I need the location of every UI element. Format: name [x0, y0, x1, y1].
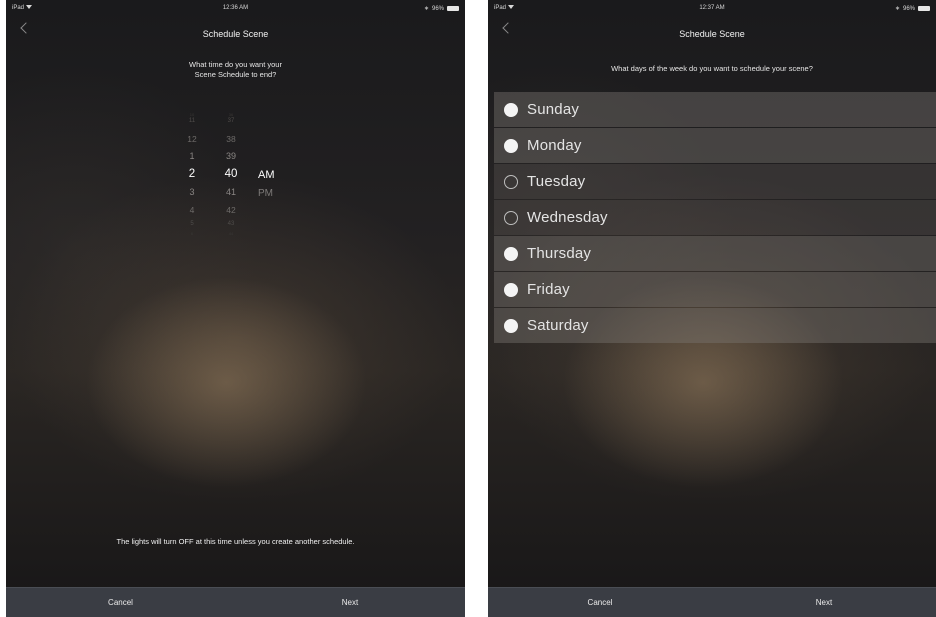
- battery-status: ∗ 96%: [424, 5, 459, 12]
- radio-checked-icon[interactable]: [504, 102, 518, 117]
- minute-option[interactable]: 36: [218, 112, 244, 117]
- time-picker[interactable]: 10 11 12 1 2 3 4 5 6 36 37 38 39 40 41 4…: [6, 112, 465, 240]
- day-row-wednesday[interactable]: Wednesday: [494, 200, 936, 235]
- minute-option[interactable]: 38: [218, 134, 244, 144]
- day-label: Monday: [527, 137, 582, 154]
- status-time: 12:36 AM: [222, 5, 249, 11]
- hour-option[interactable]: 5: [180, 221, 204, 227]
- radio-checked-icon[interactable]: [504, 318, 518, 333]
- day-picker-screen: iPad 12:37 AM ∗ 96% Schedule Scene What …: [488, 0, 936, 617]
- info-note: The lights will turn OFF at this time un…: [116, 537, 355, 546]
- minute-option[interactable]: 41: [218, 187, 244, 197]
- day-label: Wednesday: [527, 209, 608, 226]
- day-row-sunday[interactable]: Sunday: [494, 92, 936, 127]
- battery-icon: [918, 6, 930, 11]
- bottom-bar: Cancel Next: [488, 587, 936, 617]
- prompt-text: What time do you want your Scene Schedul…: [189, 60, 282, 79]
- hour-option[interactable]: 6: [180, 231, 204, 236]
- hour-selected[interactable]: 2: [180, 168, 204, 180]
- minute-option[interactable]: 39: [218, 151, 244, 161]
- next-button[interactable]: Next: [235, 588, 465, 617]
- day-row-thursday[interactable]: Thursday: [494, 236, 936, 271]
- bottom-bar: Cancel Next: [6, 587, 465, 617]
- day-row-saturday[interactable]: Saturday: [494, 308, 936, 343]
- minute-option[interactable]: 44: [218, 231, 244, 236]
- hour-option[interactable]: 10: [180, 112, 204, 117]
- period-pm[interactable]: PM: [258, 188, 273, 199]
- radio-checked-icon[interactable]: [504, 246, 518, 261]
- bluetooth-icon: ∗: [894, 6, 900, 12]
- status-bar: iPad 12:37 AM ∗ 96%: [488, 0, 936, 16]
- battery-percent: 96%: [431, 5, 444, 12]
- minute-selected[interactable]: 40: [218, 168, 244, 180]
- day-row-tuesday[interactable]: Tuesday: [494, 164, 936, 199]
- hour-option[interactable]: 4: [180, 205, 204, 215]
- next-button[interactable]: Next: [712, 588, 936, 617]
- day-row-monday[interactable]: Monday: [494, 128, 936, 163]
- prompt-text: What days of the week do you want to sch…: [611, 64, 813, 73]
- minute-option[interactable]: 42: [218, 205, 244, 215]
- hour-option[interactable]: 11: [180, 118, 204, 124]
- page-title: Schedule Scene: [202, 29, 269, 39]
- day-label: Sunday: [527, 101, 580, 118]
- day-row-friday[interactable]: Friday: [494, 272, 936, 307]
- day-label: Saturday: [527, 317, 589, 334]
- cancel-button[interactable]: Cancel: [488, 588, 712, 617]
- radio-checked-icon[interactable]: [504, 138, 518, 153]
- minute-option[interactable]: 37: [218, 118, 244, 124]
- radio-checked-icon[interactable]: [504, 282, 518, 297]
- day-label: Tuesday: [527, 173, 586, 190]
- hour-option[interactable]: 1: [180, 151, 204, 161]
- hour-option[interactable]: 12: [180, 134, 204, 144]
- day-label: Friday: [527, 281, 570, 298]
- page-title: Schedule Scene: [679, 29, 745, 39]
- status-bar: iPad 12:36 AM ∗ 96%: [6, 0, 465, 16]
- day-list: Sunday Monday Tuesday Wednesday Thursday…: [494, 92, 936, 344]
- time-picker-screen: iPad 12:36 AM ∗ 96% Schedule Scene What …: [6, 0, 465, 617]
- radio-unchecked-icon[interactable]: [504, 174, 518, 189]
- minute-option[interactable]: 43: [218, 221, 244, 227]
- day-label: Thursday: [527, 245, 592, 262]
- bluetooth-icon: ∗: [423, 6, 429, 12]
- hour-option[interactable]: 3: [180, 187, 204, 197]
- battery-icon: [447, 6, 459, 11]
- radio-unchecked-icon[interactable]: [504, 210, 518, 225]
- battery-percent: 96%: [902, 5, 915, 12]
- battery-status: ∗ 96%: [895, 5, 930, 12]
- status-time: 12:37 AM: [699, 5, 725, 11]
- cancel-button[interactable]: Cancel: [6, 588, 235, 617]
- period-am[interactable]: AM: [258, 169, 275, 181]
